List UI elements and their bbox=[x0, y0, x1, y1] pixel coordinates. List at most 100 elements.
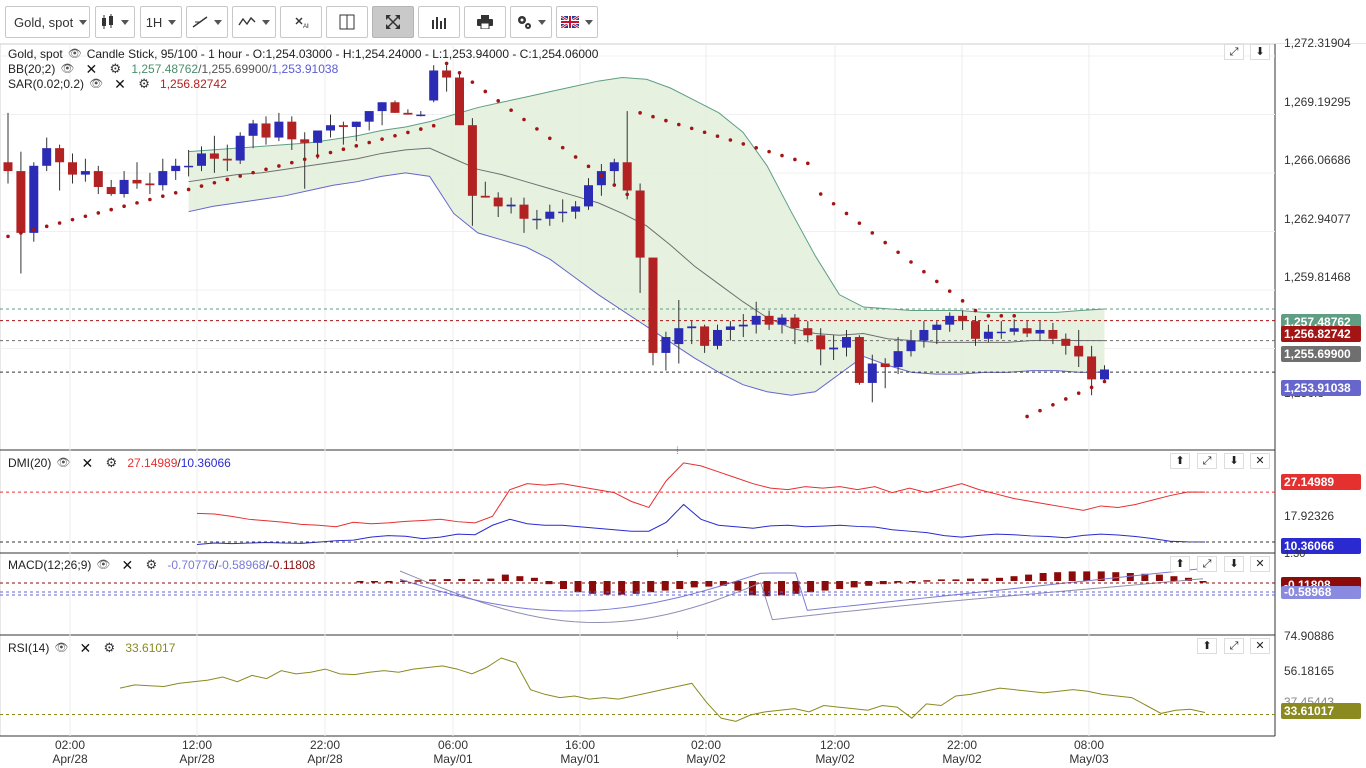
close-pane-button[interactable]: ✕ bbox=[1250, 453, 1270, 469]
maximize-pane-button[interactable]: ⤢ bbox=[1224, 638, 1244, 654]
sar-dot bbox=[522, 117, 526, 122]
candle-body bbox=[971, 321, 980, 339]
candle-body bbox=[906, 340, 916, 352]
sar-dot bbox=[199, 184, 204, 188]
candle-body bbox=[738, 324, 748, 327]
sar-dot bbox=[393, 133, 397, 138]
move-pane-up-button[interactable]: ⬆ bbox=[1170, 453, 1190, 469]
drawing-tools-button[interactable] bbox=[186, 6, 228, 38]
timeframe-selector[interactable]: 1H bbox=[140, 6, 182, 38]
dmi-minus-value: 10.36066 bbox=[180, 455, 231, 470]
sar-dot bbox=[406, 130, 410, 135]
candle-body bbox=[648, 257, 658, 353]
macd-histogram-bar bbox=[690, 581, 698, 588]
eye-icon[interactable]: 👁 bbox=[95, 558, 111, 572]
sar-dot bbox=[702, 130, 707, 135]
candlestick-icon bbox=[102, 14, 113, 29]
candle-body bbox=[442, 70, 452, 78]
candle-body bbox=[713, 329, 722, 346]
sar-dot bbox=[341, 147, 346, 152]
language-button[interactable] bbox=[556, 6, 598, 38]
close-icon[interactable]: ✕ bbox=[83, 62, 99, 76]
macd-value-1: -0.70776 bbox=[167, 557, 215, 572]
chart-canvas[interactable]: ⁞ ⁞ ⁞ bbox=[0, 44, 1366, 768]
candle-body bbox=[416, 114, 426, 117]
chevron-down-icon bbox=[538, 19, 546, 25]
close-icon[interactable]: ✕ bbox=[112, 77, 128, 91]
sar-dot bbox=[857, 221, 862, 225]
candle-body bbox=[545, 211, 555, 219]
sar-dot bbox=[793, 157, 797, 162]
indicators-button[interactable] bbox=[232, 6, 276, 38]
chart-type-button[interactable] bbox=[95, 6, 135, 38]
candle-body bbox=[1061, 338, 1071, 346]
symbol-selector[interactable]: Gold, spot bbox=[5, 6, 90, 38]
candle-body bbox=[700, 326, 710, 346]
move-pane-down-button[interactable]: ⬇ bbox=[1224, 453, 1244, 469]
sar-dot bbox=[277, 164, 281, 168]
crosshair-button[interactable] bbox=[326, 6, 368, 38]
macd-histogram-bar bbox=[850, 581, 858, 588]
close-pane-button[interactable]: ✕ bbox=[1250, 638, 1270, 654]
candle-body bbox=[429, 70, 439, 101]
move-pane-down-button[interactable]: ⬇ bbox=[1250, 44, 1270, 60]
bb-mid-value: 1,255.69900 bbox=[201, 61, 269, 76]
candle-body bbox=[338, 125, 348, 127]
candle-body bbox=[390, 102, 400, 113]
macd-histogram-bar bbox=[966, 578, 974, 581]
print-button[interactable] bbox=[464, 6, 506, 38]
price-axis-label: 1,259.81468 bbox=[1284, 270, 1351, 284]
gear-icon[interactable]: ⚙ bbox=[143, 557, 159, 572]
close-icon[interactable]: ✕ bbox=[77, 641, 93, 655]
gear-icon[interactable]: ⚙ bbox=[103, 455, 119, 470]
gear-icon[interactable]: ⚙ bbox=[107, 61, 123, 76]
move-pane-down-button[interactable]: ⬇ bbox=[1224, 556, 1244, 572]
eye-icon[interactable]: 👁 bbox=[88, 77, 104, 91]
candle-body bbox=[816, 335, 826, 350]
close-icon[interactable]: ✕ bbox=[119, 558, 135, 572]
macd-histogram-bar bbox=[734, 581, 742, 591]
candle-body bbox=[584, 185, 593, 207]
candle-body bbox=[880, 363, 890, 368]
sar-legend: SAR(0.02;0.2) 👁 ✕ ⚙ 1,256.82742 bbox=[8, 76, 227, 91]
remove-all-drawings-button[interactable]: All bbox=[280, 6, 322, 38]
fullscreen-button[interactable] bbox=[372, 6, 414, 38]
candle-body bbox=[119, 179, 129, 195]
volume-button[interactable] bbox=[418, 6, 460, 38]
gear-icon[interactable]: ⚙ bbox=[101, 640, 117, 655]
pane-resize-handle: ⁞ bbox=[676, 631, 679, 642]
eye-icon[interactable]: 👁 bbox=[53, 641, 69, 655]
eye-icon[interactable]: 👁 bbox=[67, 47, 83, 61]
sar-dot bbox=[573, 155, 578, 159]
candle-body bbox=[364, 111, 374, 122]
bb-lower-value: 1,253.91038 bbox=[271, 61, 339, 76]
candle-body bbox=[403, 112, 413, 115]
close-pane-button[interactable]: ✕ bbox=[1250, 556, 1270, 572]
candle-body bbox=[945, 315, 955, 325]
chevron-down-icon bbox=[214, 19, 222, 25]
candle-body bbox=[932, 324, 942, 330]
candle-body bbox=[867, 363, 877, 383]
time-axis-label: 22:00 May/02 bbox=[942, 738, 982, 766]
candle-body bbox=[222, 158, 232, 161]
gear-icon[interactable]: ⚙ bbox=[136, 76, 152, 91]
eye-icon[interactable]: 👁 bbox=[55, 456, 71, 470]
maximize-pane-button[interactable]: ⤢ bbox=[1197, 453, 1217, 469]
move-pane-up-button[interactable]: ⬆ bbox=[1170, 556, 1190, 572]
candle-body bbox=[558, 211, 568, 214]
chart-area[interactable]: ⁞ ⁞ ⁞ Gold, spot 👁 Candle Stick, 95/100 - … bbox=[0, 36, 1366, 768]
legend-ohlc: Candle Stick, 95/100 - 1 hour - O:1,254.… bbox=[86, 46, 599, 61]
settings-button[interactable] bbox=[510, 6, 552, 38]
rsi-axis-label: 74.90886 bbox=[1284, 629, 1335, 643]
dmi-plus-price-tag: 27.14989 bbox=[1281, 474, 1361, 490]
maximize-pane-button[interactable]: ⤢ bbox=[1197, 556, 1217, 572]
close-icon[interactable]: ✕ bbox=[79, 456, 95, 470]
sar-dot bbox=[380, 137, 384, 141]
macd-histogram-bar bbox=[472, 579, 480, 581]
maximize-pane-button[interactable]: ⤢ bbox=[1224, 44, 1244, 60]
move-pane-up-button[interactable]: ⬆ bbox=[1197, 638, 1217, 654]
eye-icon[interactable]: 👁 bbox=[59, 62, 75, 76]
sar-dot bbox=[986, 314, 991, 318]
sar-dot bbox=[431, 123, 436, 128]
time-axis-label: 12:00 Apr/28 bbox=[179, 738, 215, 766]
